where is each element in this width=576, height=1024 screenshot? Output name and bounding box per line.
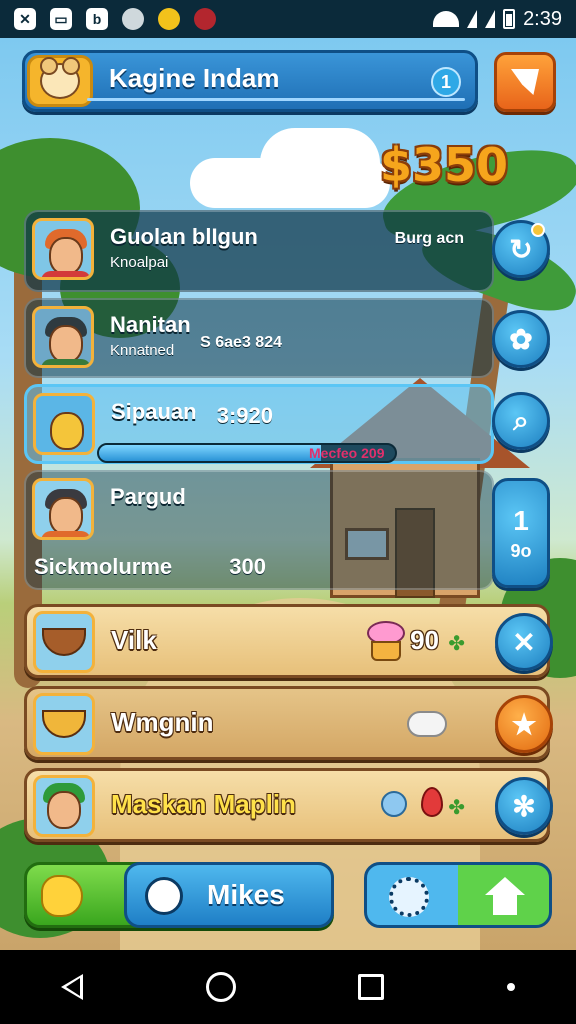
item-row[interactable]: Maskan Maplin ✤ ✻	[24, 768, 553, 842]
shop-icon	[511, 69, 539, 95]
item-icon	[33, 611, 95, 673]
player-row[interactable]: Guolan blIgun Knoalpai Burg acn	[24, 210, 494, 292]
player-name: Guolan blIgun	[110, 224, 258, 249]
player-name: Sipauan	[111, 399, 197, 424]
share-button[interactable]: ↻	[492, 220, 550, 278]
player-stat: S 6ae3 824	[200, 334, 282, 351]
profile-avatar-button[interactable]	[27, 55, 93, 107]
item-name: Wmgnin	[111, 707, 214, 737]
search-icon: ⌕	[513, 404, 529, 436]
item-icon	[33, 693, 95, 755]
level-button[interactable]: 1 9o	[492, 478, 550, 588]
clock-time: 2:39	[523, 7, 562, 30]
clover-icon: ✤	[448, 633, 465, 655]
item-row[interactable]: Vilk 90 ✤ ✕	[24, 604, 553, 678]
signal-icon	[467, 10, 478, 28]
mikes-label: Mikes	[207, 879, 285, 910]
snowflake-icon: ✻	[512, 790, 536, 822]
player-name: Nanitan	[110, 312, 191, 337]
panda-icon	[145, 877, 183, 915]
right-nav-group	[364, 862, 552, 928]
player-subtitle: Knnatned	[110, 342, 175, 359]
player-portrait	[32, 478, 94, 540]
photo-icon: ▭	[50, 8, 72, 30]
star-icon: ★	[511, 708, 537, 740]
title-divider	[87, 98, 465, 101]
mikes-button[interactable]: Mikes	[124, 862, 334, 928]
paw-icon	[41, 875, 83, 917]
home-circle-icon[interactable]	[205, 972, 236, 1002]
wifi-icon	[433, 11, 460, 27]
close-button[interactable]: ✕	[495, 613, 553, 671]
notification-badge[interactable]: 1	[431, 67, 461, 97]
player-portrait	[32, 218, 94, 280]
status-bar: ✕ ▭ b 2:39	[0, 0, 576, 38]
home-icon[interactable]	[485, 877, 525, 917]
progress-label: Mecfeo 209	[309, 445, 385, 461]
bottom-bar: Mikes	[24, 862, 552, 930]
sun-icon	[158, 8, 180, 30]
player-subtitle: Sickmolurme	[34, 554, 173, 579]
back-icon[interactable]	[61, 974, 84, 1000]
balloon-icon	[421, 787, 443, 817]
item-row[interactable]: Wmgnin ★	[24, 686, 553, 760]
system-nav-bar	[0, 950, 576, 1024]
close-icon: ✕	[512, 626, 536, 658]
red-app-icon	[194, 8, 216, 30]
coin-counter: $350	[380, 138, 509, 192]
item-icon	[33, 775, 95, 837]
shop-button[interactable]	[494, 52, 556, 112]
player-portrait	[32, 306, 94, 368]
level-sub: 9o	[510, 540, 532, 561]
search-button[interactable]: ⌕	[492, 392, 550, 450]
favorite-button[interactable]: ★	[495, 695, 553, 753]
gear-icon[interactable]	[389, 877, 429, 917]
header-bar: Kagine Indam 1	[22, 50, 478, 112]
item-value: 90	[410, 625, 439, 655]
app-x-icon: ✕	[14, 8, 36, 30]
player-name: Pargud	[110, 484, 186, 509]
cupcake-icon	[365, 621, 407, 663]
player-portrait	[33, 393, 95, 455]
player-subtitle: Knoalpai	[110, 254, 169, 271]
player-stat: 3:920	[216, 403, 273, 428]
progress-bar: Mecfeo 209	[97, 443, 397, 463]
gear-icon: ✿	[509, 323, 533, 355]
cloud-icon	[407, 711, 447, 737]
bear-icon	[40, 57, 80, 99]
item-name: Maskan Maplin	[111, 789, 296, 819]
player-stat: 300	[229, 554, 266, 579]
share-icon: ↻	[509, 233, 533, 265]
battery-icon	[503, 9, 516, 29]
page-title: Kagine Indam	[109, 63, 280, 93]
player-row[interactable]: Nanitan Knnatned S 6ae3 824	[24, 298, 494, 378]
gem-icon	[381, 791, 407, 817]
player-stat: Burg acn	[394, 230, 464, 247]
item-name: Vilk	[111, 625, 157, 655]
player-row-selected[interactable]: Sipauan 3:920 Mecfeo 209	[24, 384, 494, 464]
level-number: 1	[513, 504, 529, 536]
progress-fill	[99, 445, 321, 461]
recent-apps-icon[interactable]	[358, 974, 385, 1000]
clover-icon: ✤	[448, 797, 465, 819]
menu-dot-icon[interactable]	[506, 983, 515, 991]
player-row[interactable]: Pargud Sickmolurme 300	[24, 470, 494, 590]
clock-icon	[122, 8, 144, 30]
snowflake-button[interactable]: ✻	[495, 777, 553, 835]
b-icon: b	[86, 8, 108, 30]
settings-button[interactable]: ✿	[492, 310, 550, 368]
signal-icon-2	[485, 10, 496, 28]
alert-dot	[531, 223, 545, 237]
